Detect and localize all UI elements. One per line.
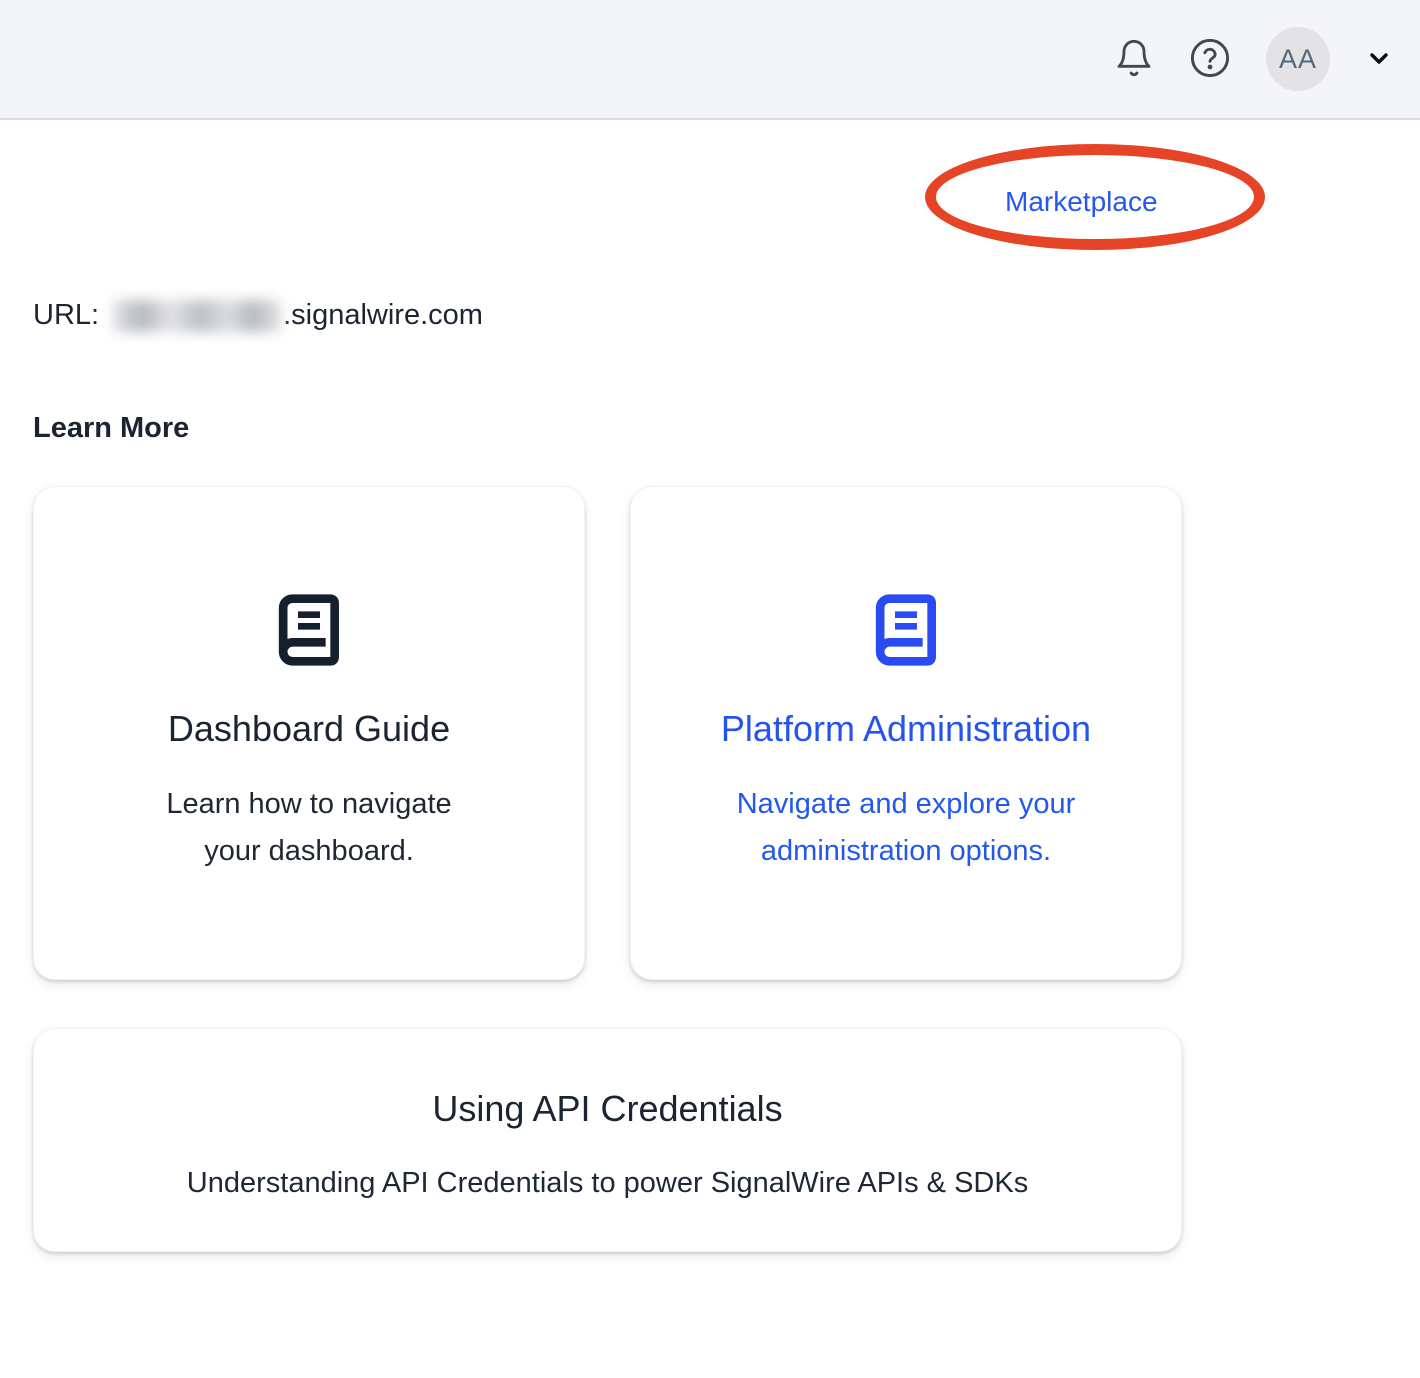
help-icon <box>1188 36 1232 83</box>
card-description: Navigate and explore your administration… <box>706 781 1106 875</box>
card-description: Learn how to navigate your dashboard. <box>139 781 479 875</box>
notifications-button[interactable] <box>1114 36 1154 83</box>
chevron-down-icon <box>1364 46 1394 73</box>
account-menu-button[interactable] <box>1364 46 1394 73</box>
marketplace-link[interactable]: Marketplace <box>1005 186 1158 218</box>
top-header-bar: AA <box>0 0 1420 120</box>
card-platform-administration[interactable]: Platform Administration Navigate and exp… <box>630 486 1182 980</box>
bell-icon <box>1114 36 1154 83</box>
url-domain-suffix: .signalwire.com <box>283 299 483 332</box>
url-redacted-subdomain <box>113 300 281 332</box>
card-dashboard-guide[interactable]: Dashboard Guide Learn how to navigate yo… <box>33 486 585 980</box>
avatar[interactable]: AA <box>1266 27 1330 91</box>
help-button[interactable] <box>1188 36 1232 83</box>
space-url: URL: .signalwire.com <box>33 299 483 332</box>
card-title: Dashboard Guide <box>168 707 450 751</box>
learn-more-heading: Learn More <box>33 412 189 445</box>
header-actions: AA <box>1114 0 1394 118</box>
card-title: Platform Administration <box>721 707 1091 751</box>
book-icon <box>269 587 349 673</box>
card-description: Understanding API Credentials to power S… <box>187 1160 1028 1207</box>
card-using-api-credentials[interactable]: Using API Credentials Understanding API … <box>33 1028 1182 1252</box>
card-title: Using API Credentials <box>432 1087 782 1131</box>
url-label: URL: <box>33 299 99 332</box>
page: AA Marketplace URL: .signalwire.com Lear… <box>0 0 1420 1378</box>
book-icon <box>866 587 946 673</box>
